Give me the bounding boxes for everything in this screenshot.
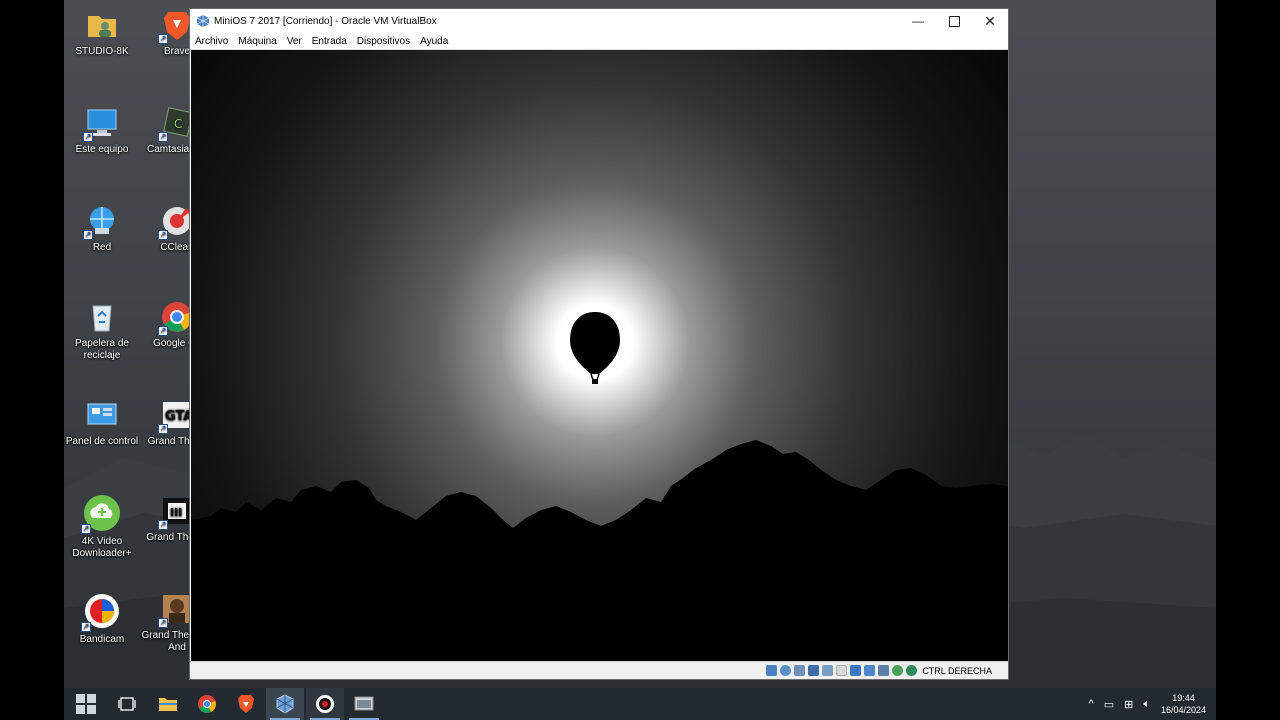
- window-title: MiniOS 7 2017 [Corriendo] - Oracle VM Vi…: [214, 15, 437, 27]
- maximize-button[interactable]: [936, 9, 972, 33]
- desktop-icon-bandicam[interactable]: ↗ Bandicam: [64, 592, 140, 646]
- shortcut-arrow-icon: ↗: [158, 618, 168, 628]
- shortcut-arrow-icon: ↗: [158, 424, 168, 434]
- vm-window-taskbar-button[interactable]: [345, 688, 383, 720]
- network-tray-icon[interactable]: ⊞: [1124, 698, 1133, 711]
- shortcut-arrow-icon: ↗: [158, 230, 168, 240]
- status-bar: CTRL DERECHA: [190, 661, 1008, 679]
- task-view-icon: [118, 697, 136, 711]
- mouse-integration-icon[interactable]: [892, 665, 904, 676]
- minimize-icon: —: [912, 14, 924, 28]
- file-explorer-icon: [159, 698, 177, 711]
- menu-ayuda[interactable]: Ayuda: [415, 36, 453, 47]
- desktop-icon-este-equipo[interactable]: ↗ Este equipo: [64, 106, 140, 156]
- clock-time: 19:44: [1172, 693, 1195, 703]
- task-view-button[interactable]: [108, 688, 146, 720]
- network-icon: ↗: [83, 204, 119, 240]
- start-button[interactable]: [67, 688, 105, 720]
- computer-icon: ↗: [83, 106, 119, 142]
- shortcut-arrow-icon: ↗: [81, 524, 91, 534]
- menu-maquina[interactable]: Máquina: [233, 36, 281, 47]
- chrome-taskbar-button[interactable]: [188, 688, 226, 720]
- virtualization-icon[interactable]: [878, 665, 890, 676]
- 4k-downloader-icon: ↗: [81, 494, 121, 534]
- video-capture-icon[interactable]: [864, 665, 876, 676]
- audio-icon[interactable]: [794, 665, 806, 676]
- desktop-icon-label: Bandicam: [79, 634, 125, 645]
- usb-icon[interactable]: [822, 665, 834, 676]
- menu-bar: Archivo Máquina Ver Entrada Dispositivos…: [190, 33, 1008, 50]
- title-bar[interactable]: MiniOS 7 2017 [Corriendo] - Oracle VM Vi…: [190, 9, 1008, 33]
- bandicam-icon: ↗: [81, 592, 121, 632]
- desktop-icon-label: STUDIO-8K: [75, 46, 129, 57]
- desktop-icon-panel-control[interactable]: Panel de control: [64, 398, 140, 448]
- clock-date: 16/04/2024: [1160, 705, 1206, 715]
- virtualbox-icon: [276, 694, 294, 714]
- shortcut-arrow-icon: ↗: [158, 34, 168, 44]
- bandicam-taskbar-button[interactable]: [306, 688, 344, 720]
- menu-ver[interactable]: Ver: [282, 36, 307, 47]
- virtualbox-icon: [196, 15, 210, 27]
- optical-drive-icon[interactable]: [780, 665, 792, 676]
- volume-icon[interactable]: 🔈︎: [1143, 698, 1150, 711]
- shortcut-arrow-icon: ↗: [158, 326, 168, 336]
- file-explorer-button[interactable]: [149, 688, 187, 720]
- left-black-bar: [0, 0, 64, 720]
- shortcut-arrow-icon: ↗: [158, 520, 168, 530]
- chevron-up-icon[interactable]: ^: [1089, 698, 1094, 710]
- brave-icon: [238, 695, 254, 713]
- folder-user-icon: [85, 8, 119, 42]
- clock[interactable]: 19:44 16/04/2024: [1161, 692, 1206, 716]
- minimize-button[interactable]: —: [900, 9, 936, 33]
- desktop-icon-label: Red: [92, 242, 112, 253]
- desktop-icon-papelera[interactable]: Papelera de reciclaje: [64, 300, 140, 362]
- control-panel-icon: [85, 398, 119, 432]
- close-button[interactable]: ✕: [972, 9, 1008, 33]
- virtualbox-window[interactable]: MiniOS 7 2017 [Corriendo] - Oracle VM Vi…: [189, 8, 1009, 680]
- desktop-icon-red[interactable]: ↗ Red: [64, 204, 140, 254]
- svg-text:III: III: [170, 506, 182, 519]
- menu-entrada[interactable]: Entrada: [307, 36, 352, 47]
- network-adapter-icon[interactable]: [808, 665, 820, 676]
- guest-wallpaper-balloon: [191, 312, 1008, 664]
- bandicam-icon: [316, 695, 334, 713]
- close-icon: ✕: [984, 12, 996, 29]
- system-tray: ^ ▭ ⊞ 🔈︎ 19:44 16/04/2024: [1084, 688, 1216, 720]
- right-black-bar: [1216, 0, 1280, 720]
- display-icon[interactable]: [850, 665, 862, 676]
- host-key-icon[interactable]: [906, 665, 918, 676]
- desktop-icon-label: Panel de control: [65, 436, 139, 447]
- shortcut-arrow-icon: ↗: [83, 132, 93, 142]
- desktop-icon-4k-video[interactable]: ↗ 4K Video Downloader+: [64, 494, 140, 560]
- power-battery-icon[interactable]: ▭: [1104, 698, 1114, 711]
- start-icon: [76, 694, 96, 714]
- hard-disk-icon[interactable]: [766, 665, 778, 676]
- menu-archivo[interactable]: Archivo: [190, 36, 233, 47]
- desktop-icon-label: Este equipo: [75, 144, 129, 155]
- shared-folders-icon[interactable]: [836, 665, 848, 676]
- desktop-icon-label: 4K Video Downloader+: [72, 536, 132, 559]
- balloon-silhouette: [570, 312, 620, 384]
- shortcut-arrow-icon: ↗: [83, 230, 93, 240]
- shortcut-arrow-icon: ↗: [158, 132, 168, 142]
- maximize-icon: [948, 15, 960, 27]
- host-key-label: CTRL DERECHA: [922, 665, 992, 676]
- chrome-icon: [198, 695, 216, 713]
- desktop-icon-studio-8k[interactable]: STUDIO-8K: [64, 8, 140, 58]
- recycle-bin-icon: [85, 300, 119, 334]
- virtualbox-taskbar-button[interactable]: [266, 688, 304, 720]
- desktop-icon-label: Papelera de reciclaje: [75, 338, 129, 361]
- menu-dispositivos[interactable]: Dispositivos: [352, 36, 415, 47]
- shortcut-arrow-icon: ↗: [81, 622, 91, 632]
- guest-display[interactable]: [191, 50, 1008, 664]
- svg-text:C: C: [174, 117, 182, 131]
- vm-window-icon: [354, 696, 374, 711]
- taskbar: ^ ▭ ⊞ 🔈︎ 19:44 16/04/2024: [64, 688, 1216, 720]
- brave-taskbar-button[interactable]: [227, 688, 265, 720]
